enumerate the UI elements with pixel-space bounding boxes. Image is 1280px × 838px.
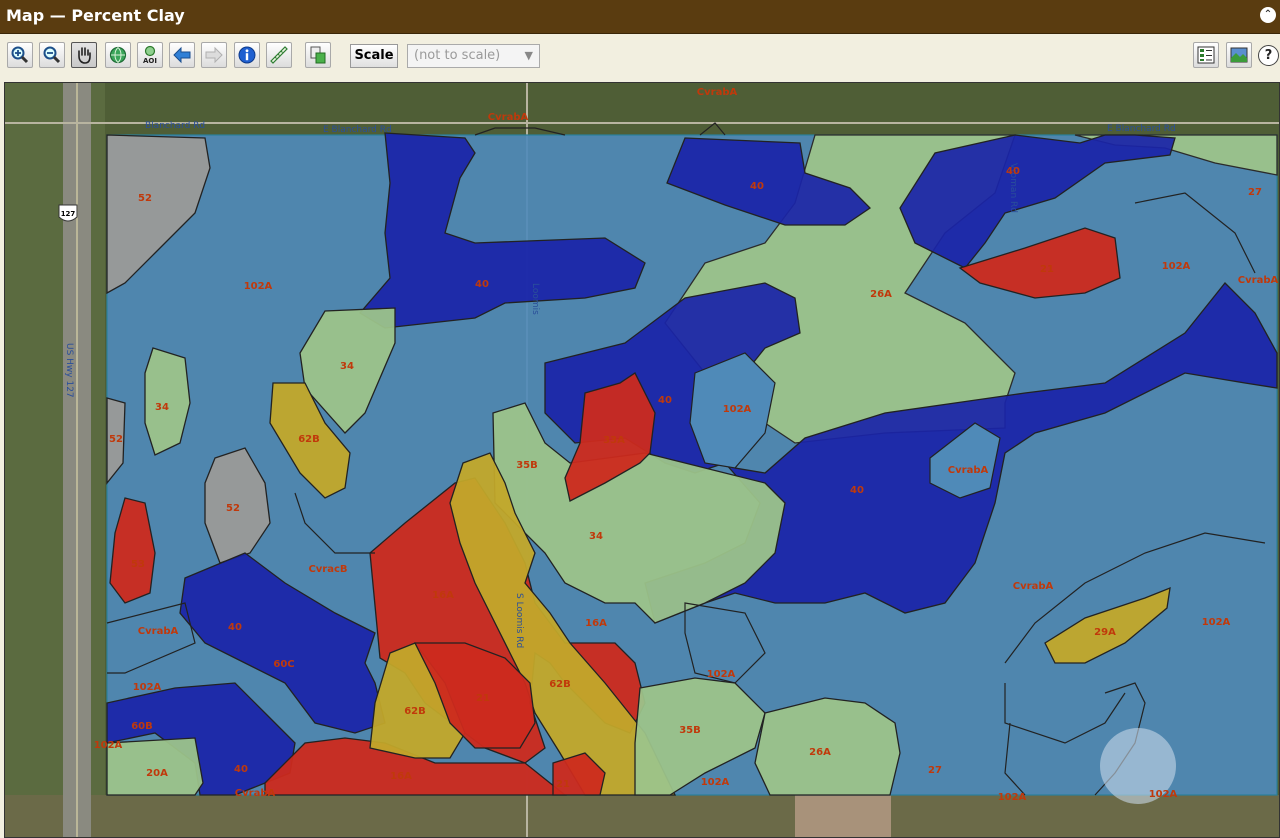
soil-label: 102A: [94, 740, 123, 751]
soil-label: 62B: [549, 679, 571, 690]
help-icon[interactable]: ?: [1258, 45, 1279, 66]
clear-selection-icon[interactable]: [305, 42, 331, 68]
soil-label: 26A: [809, 747, 831, 758]
road-label-s-loomis: S Loomis Rd: [514, 593, 524, 648]
soil-label: 16A: [390, 771, 412, 782]
soil-label: 33A: [603, 435, 625, 446]
soil-label: CvrabA: [948, 465, 989, 476]
soil-label: 27: [928, 765, 942, 776]
soil-label: 29A: [1094, 627, 1116, 638]
soil-label: 62B: [404, 706, 426, 717]
soil-label: 34: [589, 531, 603, 542]
soil-label: 40: [750, 181, 764, 192]
window-title: Map — Percent Clay: [6, 6, 185, 25]
soil-label: 40: [658, 395, 672, 406]
soil-label: 102A: [723, 404, 752, 415]
soil-label: CvracB: [308, 564, 347, 575]
soil-label: 35B: [516, 460, 538, 471]
road-label-blanchard-west: Blanchard Rd: [145, 121, 205, 131]
soil-label: 40: [1006, 166, 1020, 177]
svg-text:AOI: AOI: [143, 57, 157, 65]
soil-label: 16A: [432, 590, 454, 601]
back-arrow-icon[interactable]: [169, 42, 195, 68]
soil-label: 20A: [146, 768, 168, 779]
soil-label: 21: [556, 779, 570, 790]
road-label-loomis: Loomis: [530, 283, 540, 315]
road-label-us127: US Hwy 127: [64, 343, 74, 398]
soil-label: CvrabA: [1013, 581, 1054, 592]
soil-label: 52: [138, 193, 152, 204]
scale-button[interactable]: Scale: [350, 44, 398, 68]
soil-label: 21: [1040, 264, 1054, 275]
soil-label: 40: [228, 622, 242, 633]
soil-label: 26A: [870, 289, 892, 300]
soil-label: 102A: [133, 682, 162, 693]
map-view-icon[interactable]: [1226, 42, 1252, 68]
soil-label: CvrabA: [1238, 275, 1279, 286]
soil-label: 102A: [244, 281, 273, 292]
soil-label: 52: [226, 503, 240, 514]
soil-label: 60B: [131, 721, 153, 732]
map-view[interactable]: Blanchard Rd E Blanchard Rd E Blanchard …: [4, 82, 1280, 838]
zoom-to-aoi-icon[interactable]: AOI: [137, 42, 163, 68]
aerial-imagery-south: [5, 795, 1279, 837]
soil-label: 102A: [998, 792, 1027, 803]
soil-label: CvrabA: [697, 87, 738, 98]
soil-label: 53: [131, 559, 145, 570]
soil-label: 102A: [707, 669, 736, 680]
measure-ruler-icon[interactable]: [266, 42, 292, 68]
soil-label: 102A: [1162, 261, 1191, 272]
road-label-blanchard: E Blanchard Rd: [323, 125, 392, 135]
soil-label: 16A: [585, 618, 607, 629]
scale-select[interactable]: (not to scale) ▼: [407, 44, 540, 68]
soil-label: CvrabA: [138, 626, 179, 637]
zoom-out-icon[interactable]: [39, 42, 65, 68]
map-canvas[interactable]: Blanchard Rd E Blanchard Rd E Blanchard …: [5, 83, 1280, 838]
aerial-field-plowed: [795, 795, 891, 837]
legend-toggle-icon[interactable]: [1193, 42, 1219, 68]
highway-shield-127: 127: [58, 204, 78, 222]
aoi-soil-polygons: [106, 122, 1278, 804]
zoom-in-icon[interactable]: [7, 42, 33, 68]
soil-label: 34: [340, 361, 354, 372]
soil-label: 102A: [1202, 617, 1231, 628]
map-toolbar: AOI Scale (not to scale) ▼ ?: [0, 34, 1280, 80]
pan-hand-icon[interactable]: [71, 42, 97, 68]
soil-label: 27: [1248, 187, 1262, 198]
soil-label: CvrabA: [235, 788, 276, 799]
soil-label: 34: [155, 402, 169, 413]
identify-info-icon[interactable]: [234, 42, 260, 68]
soil-label: 52: [109, 434, 123, 445]
collapse-icon[interactable]: ⌃: [1260, 7, 1276, 23]
soil-label: 102A: [1149, 789, 1178, 800]
full-extent-globe-icon[interactable]: [105, 42, 131, 68]
forward-arrow-icon[interactable]: [201, 42, 227, 68]
scale-select-value: (not to scale): [414, 48, 501, 63]
soil-label: 40: [475, 279, 489, 290]
soil-label: 62B: [298, 434, 320, 445]
window-title-bar: Map — Percent Clay ⌃: [0, 0, 1280, 34]
soil-label: 40: [850, 485, 864, 496]
highway-shield-label: 127: [61, 210, 76, 218]
chevron-down-icon: ▼: [524, 49, 533, 62]
soil-label: 60C: [273, 659, 294, 670]
soil-label: 21: [476, 693, 490, 704]
soil-label: 102A: [701, 777, 730, 788]
road-label-e-blanchard: E Blanchard Rd: [1107, 124, 1176, 134]
soil-label: 40: [234, 764, 248, 775]
soil-label: 35B: [679, 725, 701, 736]
soil-label: CvrabA: [488, 112, 529, 123]
